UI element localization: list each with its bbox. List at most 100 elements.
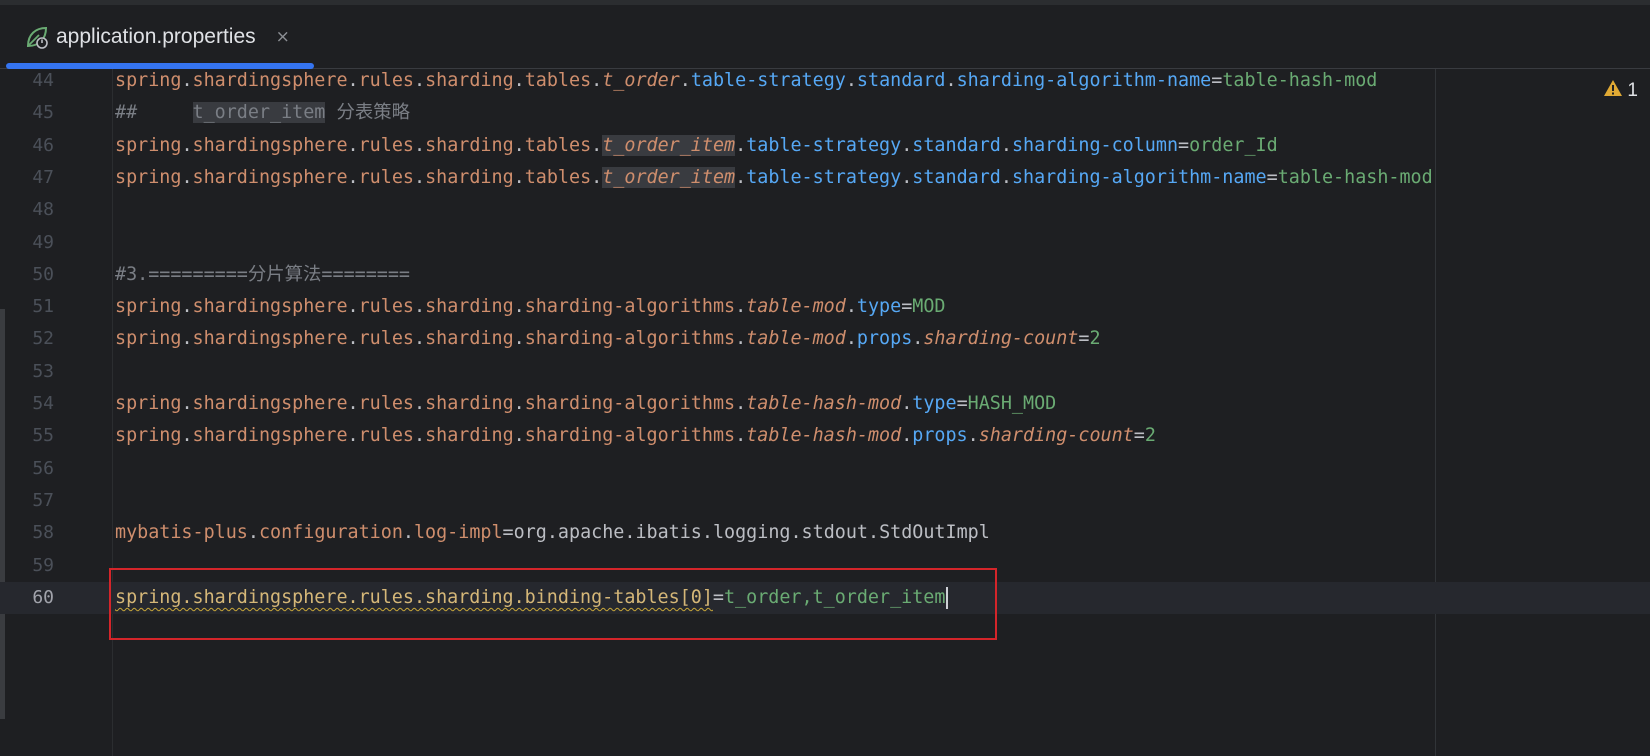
code-line[interactable]: 51 spring.shardingsphere.rules.sharding.s… [0, 291, 1650, 323]
code-token: sharding [425, 296, 514, 318]
code-token: spring [115, 70, 182, 91]
line-number: 53 [32, 360, 54, 382]
code-token: . [181, 166, 193, 188]
code-line[interactable]: 54 spring.shardingsphere.rules.sharding.s… [0, 388, 1650, 420]
code-line[interactable]: 52 spring.shardingsphere.rules.sharding.s… [0, 323, 1650, 355]
code-token: . [901, 393, 913, 414]
code-token: spring [115, 166, 182, 188]
inspection-widget[interactable]: 1 [1603, 79, 1638, 103]
code-token: standard [856, 70, 946, 91]
code-token: . [413, 166, 426, 188]
code-token: . [546, 522, 558, 544]
code-line[interactable]: 46 spring.shardingsphere.rules.sharding.t… [0, 130, 1650, 162]
code-token: . [591, 134, 603, 156]
line-number: 59 [32, 554, 54, 576]
code-token: table-strategy [746, 134, 902, 156]
code-token: spring [115, 425, 182, 447]
code-token: props [856, 328, 913, 350]
line-number: 49 [32, 231, 54, 253]
code-token: sharding-algorithms [524, 296, 736, 318]
code-line[interactable]: 50 #3.=========分片算法======== [0, 259, 1650, 291]
code-token: sharding [425, 328, 514, 350]
code-token: . [181, 70, 193, 91]
code-token: . [181, 328, 193, 350]
code-line[interactable]: 53 [0, 356, 1650, 388]
code-token: 2 [1089, 328, 1101, 350]
code-token: = [1133, 425, 1145, 447]
code-token: . [181, 425, 193, 447]
code-token: . [845, 328, 857, 350]
code-line[interactable]: 55 spring.shardingsphere.rules.sharding.s… [0, 420, 1650, 452]
tab-application-properties[interactable]: application.properties × [0, 5, 320, 69]
code-token: . [912, 328, 924, 350]
code-token: = [1266, 166, 1278, 188]
code-token: standard [912, 134, 1001, 156]
code-token: sharding [425, 134, 514, 156]
code-token: order_Id [1189, 134, 1278, 156]
code-line[interactable]: 49 [0, 227, 1650, 259]
code-token: . [413, 328, 426, 350]
code-token: spring [115, 296, 182, 318]
code-token: t_order_item [602, 166, 736, 188]
code-token: MOD [912, 296, 946, 318]
code-token: rules [358, 296, 414, 318]
code-token: shardingsphere [192, 166, 348, 188]
code-token: t_order_item [192, 102, 326, 124]
code-editor[interactable]: 44 spring.shardingsphere.rules.sharding.t… [0, 69, 1650, 756]
code-token: tables [524, 166, 592, 188]
line-number: 52 [32, 328, 54, 350]
code-line[interactable]: 44 spring.shardingsphere.rules.sharding.t… [0, 69, 1650, 97]
code-token: . [901, 166, 913, 188]
line-number: 45 [32, 102, 54, 124]
code-line[interactable]: 48 [0, 194, 1650, 226]
code-line[interactable]: 47 spring.shardingsphere.rules.sharding.t… [0, 162, 1650, 194]
code-token: . [402, 522, 414, 544]
code-token: . [1000, 166, 1012, 188]
code-token: . [413, 134, 426, 156]
code-token: standard [912, 166, 1001, 188]
code-token: . [901, 134, 913, 156]
code-token: shardingsphere [192, 425, 348, 447]
code-token: sharding [425, 393, 514, 414]
code-token: 分表策略 [325, 102, 411, 124]
code-line[interactable]: 45 ## t_order_item 分表策略 [0, 97, 1650, 129]
code-token: rules [358, 70, 414, 91]
code-token: type [912, 393, 957, 414]
code-token: . [347, 296, 359, 318]
code-token: spring [115, 328, 182, 350]
code-token: spring [115, 134, 182, 156]
close-icon[interactable]: × [276, 27, 290, 47]
code-token: table-hash-mod [746, 425, 902, 447]
line-code: spring.shardingsphere.rules.sharding.sha… [115, 420, 1156, 452]
code-token: . [347, 134, 359, 156]
code-token: = [956, 393, 968, 414]
code-token: sharding-count [923, 328, 1079, 350]
highlight-annotation-box [109, 568, 997, 640]
code-token: tables [524, 70, 592, 91]
code-token: = [1178, 134, 1190, 156]
code-token: . [513, 70, 525, 91]
line-number: 50 [32, 263, 54, 285]
code-line[interactable]: 57 [0, 485, 1650, 517]
code-token: = [901, 296, 913, 318]
line-number: 60 [32, 586, 54, 608]
code-token: . [413, 296, 426, 318]
code-token: log-impl [413, 522, 503, 544]
code-token: . [735, 425, 747, 447]
code-token: table-strategy [690, 70, 846, 91]
code-token: . [901, 425, 913, 447]
code-token: . [945, 70, 957, 91]
code-token: rules [358, 393, 414, 414]
code-token: table-hash-mod [746, 393, 902, 414]
code-token: sharding [425, 425, 514, 447]
code-token: mybatis-plus [115, 522, 248, 544]
code-token: table-hash-mod [1277, 166, 1433, 188]
editor-tab-bar: application.properties × [0, 5, 1650, 69]
code-token: . [1000, 134, 1012, 156]
code-token: stdout [801, 522, 868, 544]
code-token: sharding [425, 70, 514, 91]
code-token: . [591, 166, 603, 188]
code-token: . [967, 425, 979, 447]
code-line[interactable]: 56 [0, 453, 1650, 485]
code-line[interactable]: 58 mybatis-plus.configuration.log-impl=or… [0, 517, 1650, 549]
